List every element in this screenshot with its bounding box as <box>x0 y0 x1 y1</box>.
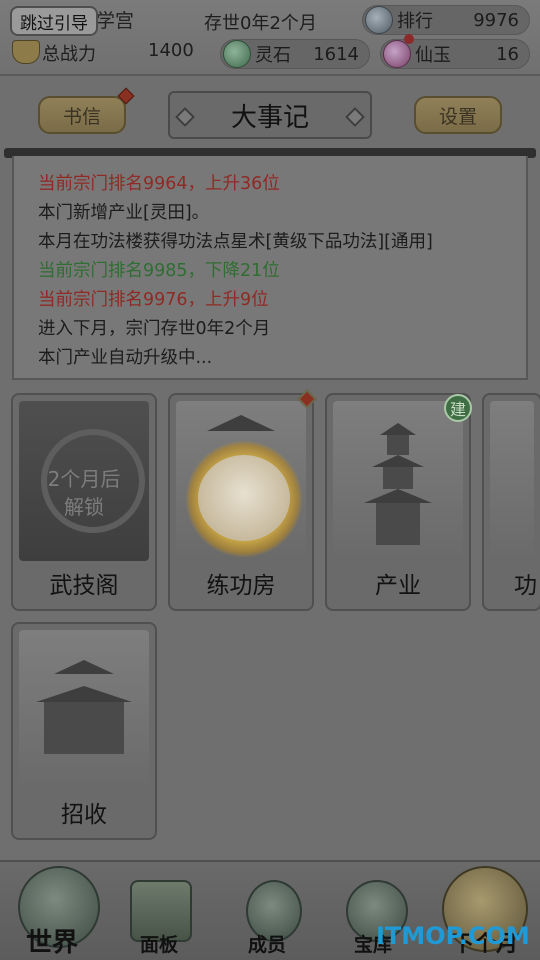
log-line: 当前宗门排名9964，上升36位 <box>38 174 280 194</box>
pagoda-roof-icon <box>54 660 114 674</box>
building-card-training-room[interactable]: 练功房 <box>168 393 314 611</box>
building-label: 招收 <box>61 802 107 828</box>
nav-world[interactable]: 世界 <box>26 922 78 959</box>
building-label: 功 <box>514 573 537 599</box>
page-title-box: 大事记 <box>168 91 372 139</box>
spirit-stone-label: 灵石 <box>255 45 291 66</box>
combat-power-label: 总战力 <box>42 44 96 65</box>
site-watermark: ITMOP.COM <box>376 922 530 950</box>
immortal-jade-value: 16 <box>496 43 519 65</box>
pagoda-roof-icon <box>380 423 416 435</box>
building-label: 产业 <box>375 573 421 599</box>
immortal-jade-icon <box>383 40 411 68</box>
log-line: 进入下月，宗门存世0年2个月 <box>38 319 271 339</box>
pagoda-roof-icon <box>364 489 432 503</box>
nav-panel[interactable]: 面板 <box>140 930 178 957</box>
nav-members[interactable]: 成员 <box>248 930 286 957</box>
pagoda-roof-icon <box>36 686 132 702</box>
ranking-pill[interactable]: 排行 9976 <box>362 5 530 35</box>
event-log[interactable]: 当前宗门排名9964，上升36位 本门新增产业[灵田]。本月在功法楼获得功法点星术… <box>12 156 528 380</box>
pagoda-tier <box>387 435 409 455</box>
industry-art <box>333 401 463 561</box>
ranking-icon <box>365 6 393 34</box>
mail-button[interactable]: 书信 <box>38 96 126 134</box>
settings-button[interactable]: 设置 <box>414 96 502 134</box>
log-line: 本门产业自动升级中... <box>38 348 213 368</box>
log-line: 当前宗门排名9985，下降21位 <box>38 261 280 281</box>
skip-guide-button[interactable]: 跳过引导 <box>10 6 98 36</box>
partial-art <box>490 401 534 561</box>
pagoda-tier <box>376 503 420 545</box>
building-card-industry[interactable]: 产业 <box>325 393 471 611</box>
sect-age: 存世0年2个月 <box>204 13 317 34</box>
spirit-stone-icon <box>223 40 251 68</box>
unlock-countdown-line2: 解锁 <box>64 495 104 519</box>
recruit-art <box>19 630 149 790</box>
log-line: 本门新增产业[灵田]。 <box>38 203 210 223</box>
spirit-stone-pill[interactable]: 灵石 1614 <box>220 39 370 69</box>
jade-notice-dot <box>404 34 414 44</box>
pagoda-tier <box>383 467 413 489</box>
log-line: 本月在功法楼获得功法点星术[黄级下品功法][通用] <box>38 232 433 252</box>
sect-name: 学宫 <box>96 10 135 32</box>
unlock-countdown-line1: 2个月后 <box>47 467 121 491</box>
combat-power-icon <box>12 40 40 64</box>
ranking-value: 9976 <box>473 9 519 31</box>
status-bar: 跳过引导 学宫 总战力 1400 存世0年2个月 排行 9976 灵石 1614… <box>0 0 540 76</box>
combat-power-value: 1400 <box>148 40 194 61</box>
immortal-jade-label: 仙玉 <box>415 45 451 66</box>
training-room-art <box>176 401 306 561</box>
page-title: 大事记 <box>230 102 309 133</box>
building-card-martial-pavilion[interactable]: 2个月后 解锁 武技阁 <box>11 393 157 611</box>
training-hall-icon <box>198 455 290 541</box>
log-line: 当前宗门排名9976，上升9位 <box>38 290 269 310</box>
immortal-jade-pill[interactable]: 仙玉 16 <box>380 39 530 69</box>
hall-body <box>44 702 124 754</box>
unlock-countdown: 2个月后 解锁 <box>19 465 149 521</box>
building-card-partial[interactable]: 功 <box>482 393 540 611</box>
spirit-stone-value: 1614 <box>313 43 359 65</box>
build-badge[interactable]: 建 <box>444 394 472 422</box>
building-card-recruit[interactable]: 招收 <box>11 622 157 840</box>
ranking-label: 排行 <box>397 11 433 32</box>
pagoda-roof-icon <box>207 415 275 431</box>
pagoda-roof-icon <box>372 455 424 467</box>
building-label: 练功房 <box>206 573 276 599</box>
building-label: 武技阁 <box>49 573 119 599</box>
martial-pavilion-art: 2个月后 解锁 <box>19 401 149 561</box>
